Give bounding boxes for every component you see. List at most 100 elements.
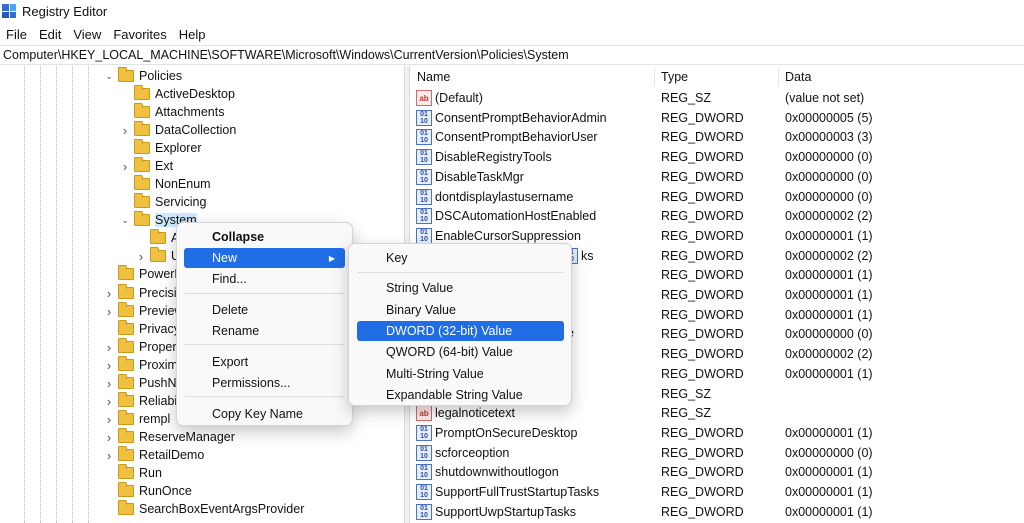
tree-node-system-child-a[interactable]: A — [136, 229, 179, 247]
menu-item-rename[interactable]: Rename — [184, 321, 345, 341]
tree-node-reliabi[interactable]: › Reliabi — [104, 392, 177, 410]
collapse-chevron-icon[interactable]: ⌄ — [104, 71, 114, 81]
tree-node-datacollection[interactable]: › DataCollection — [120, 121, 236, 139]
value-row[interactable]: 01 10 shutdownwithoutlogon REG_DWORD 0x00000… — [411, 462, 1024, 482]
menu-help[interactable]: Help — [173, 27, 212, 42]
column-header-name[interactable]: Name — [411, 66, 655, 88]
menu-item-new-label: New — [212, 251, 238, 265]
tree-node-proper[interactable]: › Proper — [104, 338, 177, 356]
column-header-data[interactable]: Data — [779, 66, 1024, 88]
tree-node-privacy[interactable]: Privacy — [104, 320, 180, 338]
value-row[interactable]: 01 10 scforceoption REG_DWORD 0x00000000 (0) — [411, 443, 1024, 463]
value-row[interactable]: ab (Default) REG_SZ (value not set) — [411, 88, 1024, 108]
folder-icon — [134, 157, 150, 172]
folder-icon — [150, 229, 166, 244]
tree-node-policies[interactable]: ⌄ Policies — [104, 67, 182, 85]
tree-node-runonce[interactable]: RunOnce — [104, 482, 192, 500]
value-type: REG_DWORD — [661, 189, 744, 204]
value-data: 0x00000005 (5) — [785, 110, 873, 125]
address-path: Computer\HKEY_LOCAL_MACHINE\SOFTWARE\Mic… — [3, 48, 569, 62]
expand-chevron-icon[interactable]: › — [104, 358, 114, 373]
tree-node-pushno[interactable]: › PushNo — [104, 374, 183, 392]
value-row[interactable]: 01 10 PromptOnSecureDesktop REG_DWORD 0x0000… — [411, 423, 1024, 443]
value-row[interactable]: ab legalnoticetext REG_SZ — [411, 403, 1024, 423]
tree-node-rempl[interactable]: › rempl — [104, 410, 170, 428]
tree-node-ext[interactable]: › Ext — [120, 157, 173, 175]
expand-chevron-icon[interactable]: › — [136, 249, 146, 264]
tree-node-label: RetailDemo — [139, 448, 205, 462]
menu-item-export[interactable]: Export — [184, 352, 345, 372]
tree-node-searchboxeventargsprovider[interactable]: SearchBoxEventArgsProvider — [104, 500, 304, 518]
value-name-cell: 01 10 PromptOnSecureDesktop — [416, 424, 577, 441]
tree-node-retaildemo[interactable]: › RetailDemo — [104, 446, 204, 464]
value-row[interactable]: 01 10 SupportFullTrustStartupTasks REG_DWOR… — [411, 482, 1024, 502]
submenu-item-qword-value[interactable]: QWORD (64-bit) Value — [357, 342, 564, 362]
menu-edit[interactable]: Edit — [33, 27, 67, 42]
submenu-item-string-value[interactable]: String Value — [357, 278, 564, 298]
menu-separator — [358, 272, 563, 273]
value-row[interactable]: 01 10 ConsentPromptBehaviorAdmin REG_DWORD 0… — [411, 108, 1024, 128]
value-name-cell: 01 10 DisableTaskMgr — [416, 168, 524, 185]
value-row[interactable]: 01 10 DisableTaskMgr REG_DWORD 0x00000000 (0… — [411, 167, 1024, 187]
menu-item-collapse[interactable]: Collapse — [184, 227, 345, 247]
folder-icon — [118, 302, 134, 317]
address-bar[interactable]: Computer\HKEY_LOCAL_MACHINE\SOFTWARE\Mic… — [0, 45, 1024, 65]
tree-node-label: Ext — [155, 159, 174, 173]
submenu-item-string-value-label: String Value — [386, 281, 454, 295]
menu-item-permissions[interactable]: Permissions... — [184, 373, 345, 393]
value-name: ConsentPromptBehaviorUser — [435, 130, 598, 145]
menu-item-new[interactable]: New ▶ — [184, 248, 345, 268]
tree-node-servicing[interactable]: Servicing — [120, 193, 206, 211]
value-data: 0x00000002 (2) — [785, 248, 873, 263]
collapse-chevron-icon[interactable]: ⌄ — [120, 215, 130, 225]
menu-item-delete[interactable]: Delete — [184, 300, 345, 320]
tree-node-label: Run — [139, 466, 162, 480]
tree-node-nonenum[interactable]: NonEnum — [120, 175, 211, 193]
tree-node-precisio[interactable]: › Precisio — [104, 284, 183, 302]
value-type: REG_DWORD — [661, 347, 744, 362]
value-row[interactable]: 01 10 dontdisplaylastusername REG_DWORD 0x00… — [411, 187, 1024, 207]
tree-node-run[interactable]: Run — [104, 464, 162, 482]
tree-node-preview[interactable]: › Preview — [104, 302, 183, 320]
tree-node-proxim[interactable]: › Proxim — [104, 356, 178, 374]
expand-chevron-icon[interactable]: › — [104, 412, 114, 427]
value-row[interactable]: 01 10 ConsentPromptBehaviorUser REG_DWORD 0x… — [411, 127, 1024, 147]
menu-item-find[interactable]: Find... — [184, 269, 345, 289]
value-type: REG_DWORD — [661, 110, 744, 125]
expand-chevron-icon[interactable]: › — [104, 394, 114, 409]
expand-chevron-icon[interactable]: › — [104, 286, 114, 301]
expand-chevron-icon[interactable]: › — [120, 159, 130, 174]
menu-view[interactable]: View — [67, 27, 107, 42]
value-row[interactable]: 01 10 DSCAutomationHostEnabled REG_DWORD 0x0… — [411, 206, 1024, 226]
submenu-item-key[interactable]: Key — [357, 248, 564, 268]
submenu-item-dword-value[interactable]: DWORD (32-bit) Value — [357, 321, 564, 341]
tree-node-reservemanager[interactable]: › ReserveManager — [104, 428, 235, 446]
expand-chevron-icon[interactable]: › — [104, 376, 114, 391]
submenu-item-multi-string-value[interactable]: Multi-String Value — [357, 364, 564, 384]
expand-chevron-icon[interactable]: › — [120, 123, 130, 138]
tree-node-label: Policies — [139, 69, 183, 83]
menu-file[interactable]: File — [0, 27, 33, 42]
expand-chevron-icon[interactable]: › — [104, 304, 114, 319]
value-name-cell: ab legalnoticetext — [416, 405, 515, 422]
value-data: 0x00000001 (1) — [785, 228, 873, 243]
menu-item-export-label: Export — [212, 355, 249, 369]
tree-node-explorer[interactable]: Explorer — [120, 139, 202, 157]
tree-node-activedesktop[interactable]: ActiveDesktop — [120, 85, 235, 103]
value-row[interactable]: 01 10 SupportUwpStartupTasks REG_DWORD 0x000… — [411, 502, 1024, 522]
menu-item-copy-key-name[interactable]: Copy Key Name — [184, 404, 345, 424]
submenu-item-expandable-string-value[interactable]: Expandable String Value — [357, 385, 564, 405]
tree-node-powere[interactable]: PowerE — [104, 265, 183, 283]
column-header-type[interactable]: Type — [655, 66, 779, 88]
tree-node-system-child-u[interactable]: ›U — [136, 247, 180, 265]
expand-chevron-icon[interactable]: › — [104, 430, 114, 445]
menu-item-delete-label: Delete — [212, 303, 249, 317]
expand-chevron-icon[interactable]: › — [104, 340, 114, 355]
value-row[interactable]: 01 10 DisableRegistryTools REG_DWORD 0x00000… — [411, 147, 1024, 167]
value-data: 0x00000001 (1) — [785, 465, 873, 480]
submenu-item-binary-value[interactable]: Binary Value — [357, 300, 564, 320]
expand-chevron-icon[interactable]: › — [104, 448, 114, 463]
menu-favorites[interactable]: Favorites — [107, 27, 172, 42]
tree-node-attachments[interactable]: Attachments — [120, 103, 224, 121]
